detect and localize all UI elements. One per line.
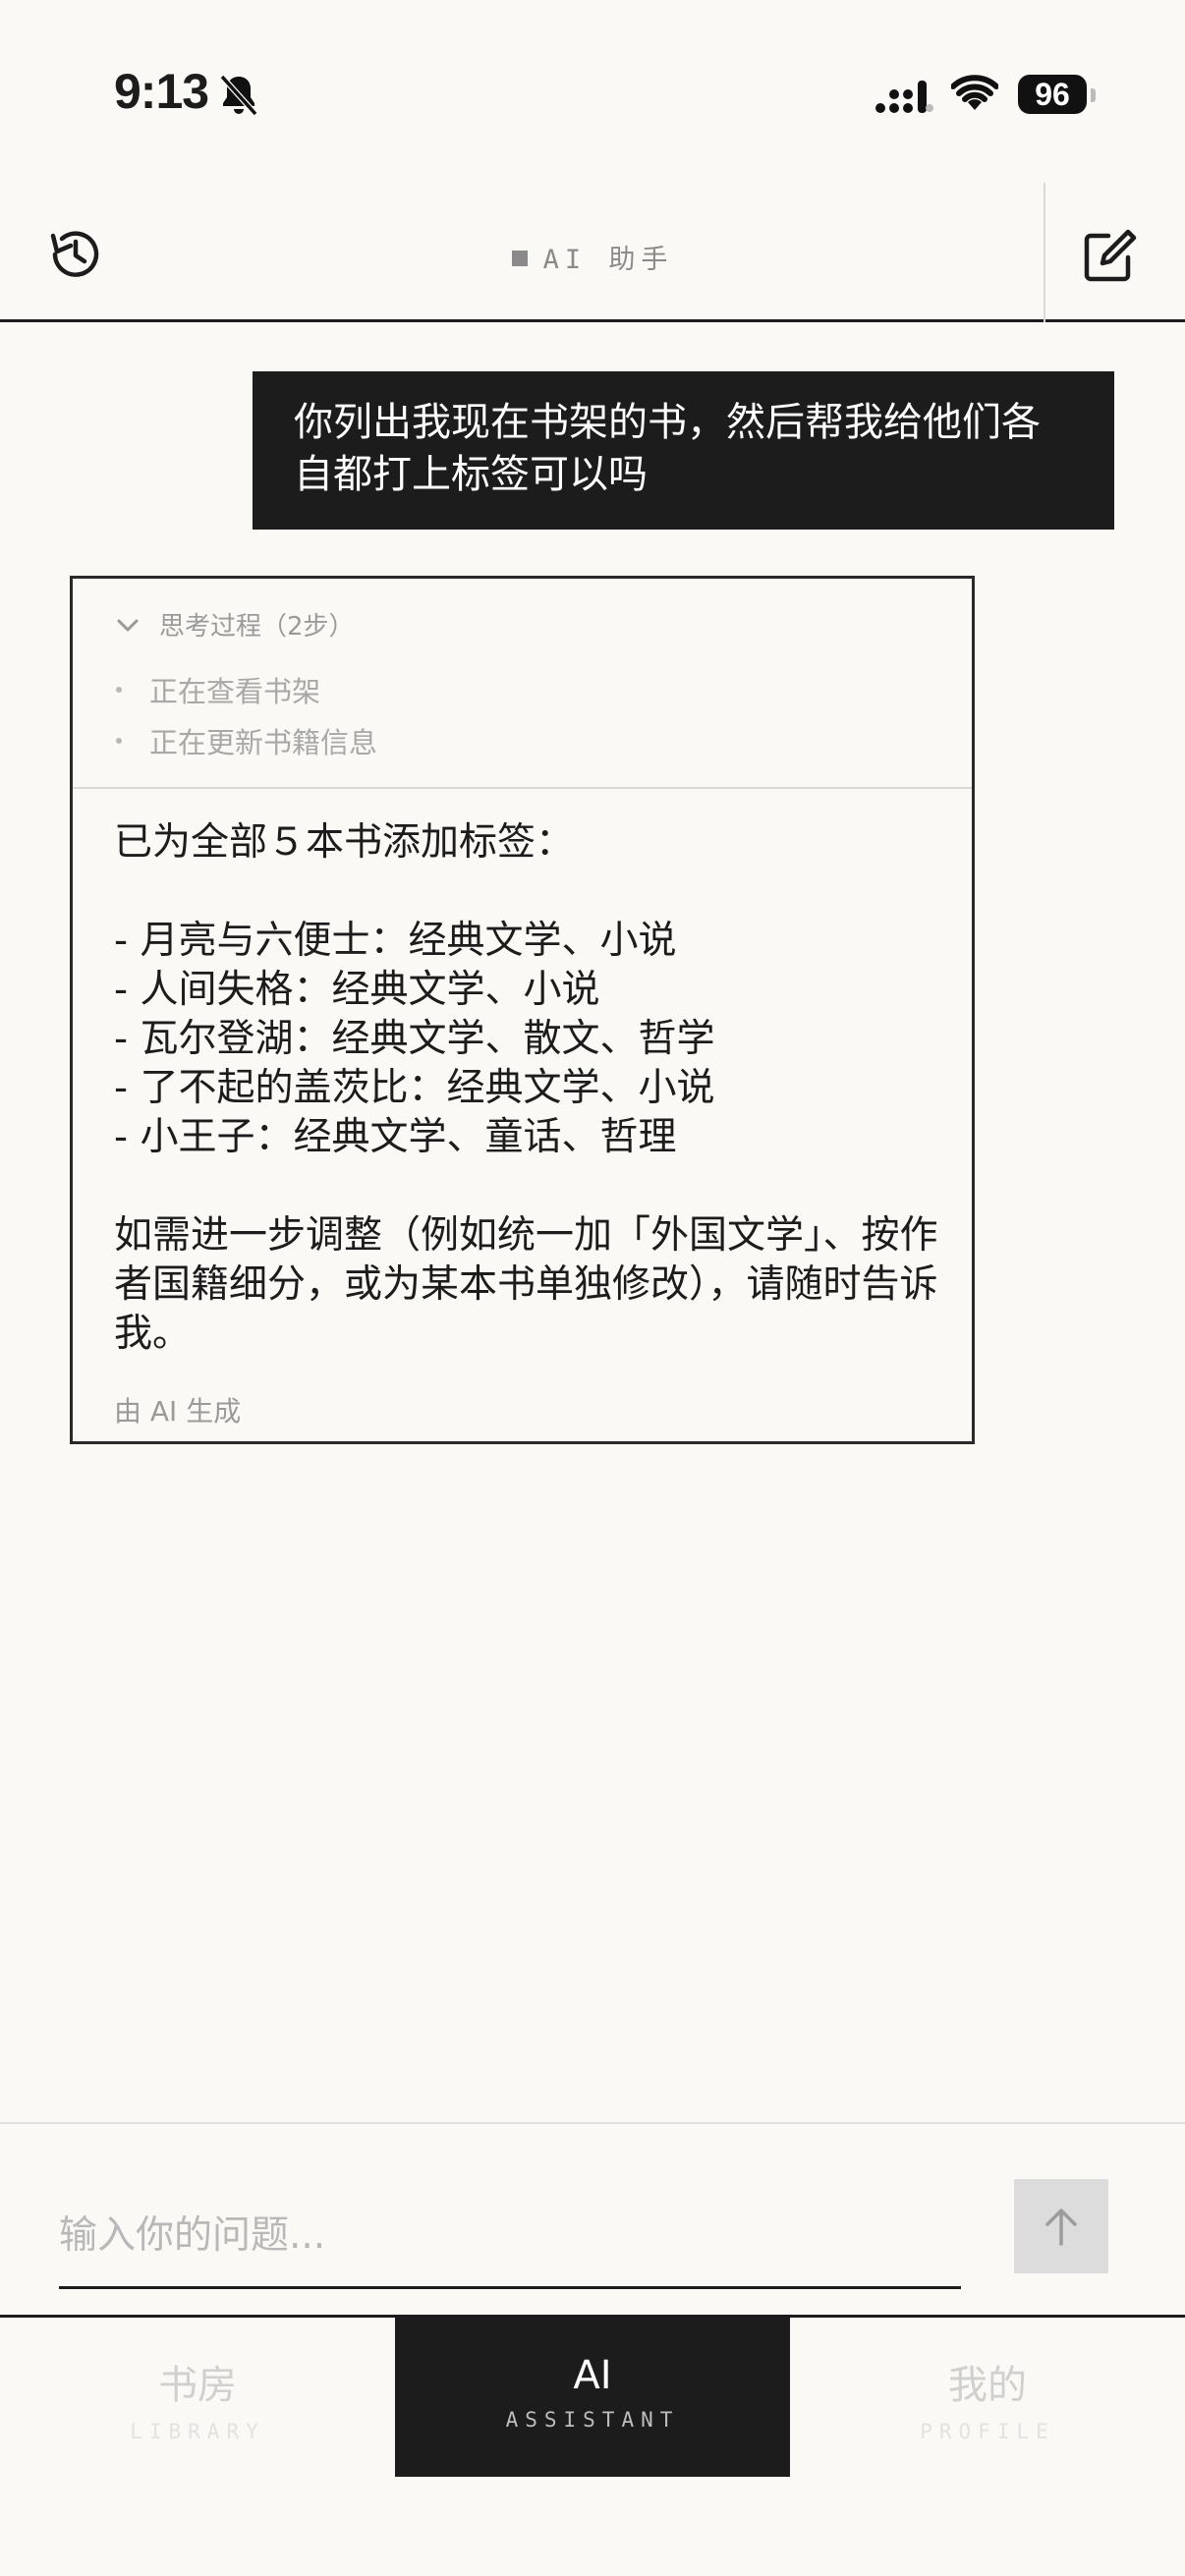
ai-generated-note: 由 AI 生成 <box>114 1395 242 1428</box>
thinking-step-text: 正在更新书籍信息 <box>149 726 378 759</box>
assistant-message-card: 思考过程（2步） 正在查看书架 正在更新书籍信息 已为全部５本书添加标签： - … <box>70 576 975 1444</box>
cellular-signal-icon <box>875 81 933 113</box>
tab-library[interactable]: 书房 LIBRARY <box>0 2318 395 2477</box>
status-time: 9:13 <box>114 64 209 119</box>
battery-tip <box>1091 88 1096 102</box>
app-screen: 9:13 96 AI 助手 你列出我现在书架的书，然后帮我给他们各自都打上标签可… <box>0 0 1185 2576</box>
tab-sublabel: PROFILE <box>920 2420 1055 2443</box>
thinking-step: 正在更新书籍信息 <box>114 720 377 761</box>
assistant-answer: 已为全部５本书添加标签： - 月亮与六便士：经典文学、小说 - 人间失格：经典文… <box>114 820 938 1356</box>
send-button[interactable] <box>1014 2179 1108 2273</box>
compose-icon[interactable] <box>1079 226 1140 287</box>
page-title: AI 助手 <box>0 238 1185 276</box>
wifi-icon <box>951 75 998 110</box>
thinking-toggle[interactable]: 思考过程（2步） <box>114 606 355 643</box>
step-bullet-icon <box>116 738 122 744</box>
battery-indicator: 96 <box>1018 75 1087 114</box>
tab-sublabel: LIBRARY <box>130 2420 265 2443</box>
thinking-process: 思考过程（2步） 正在查看书架 正在更新书籍信息 <box>73 579 972 789</box>
battery-level: 96 <box>1035 76 1070 112</box>
title-square-icon <box>511 251 528 266</box>
question-input[interactable] <box>59 2201 961 2289</box>
tab-assistant[interactable]: AI ASSISTANT <box>395 2318 790 2477</box>
arrow-up-icon <box>1045 2209 1077 2246</box>
bell-muted-icon <box>219 74 258 117</box>
chevron-down-icon <box>117 619 139 631</box>
tab-profile[interactable]: 我的 PROFILE <box>790 2318 1185 2477</box>
input-divider <box>0 2122 1185 2124</box>
bottom-tab-bar: 书房 LIBRARY AI ASSISTANT 我的 PROFILE <box>0 2315 1185 2576</box>
thinking-label: 思考过程（2步） <box>159 612 355 642</box>
thinking-step: 正在查看书架 <box>114 669 320 710</box>
user-message: 你列出我现在书架的书，然后帮我给他们各自都打上标签可以吗 <box>253 371 1114 530</box>
top-header: AI 助手 <box>0 183 1185 322</box>
tab-label: 我的 <box>948 2363 1027 2408</box>
tab-label: AI <box>573 2353 612 2398</box>
tab-label: 书房 <box>158 2363 237 2408</box>
step-bullet-icon <box>116 687 122 693</box>
page-title-text: AI 助手 <box>542 245 674 275</box>
thinking-step-text: 正在查看书架 <box>149 675 321 708</box>
header-divider <box>1044 183 1045 322</box>
tab-sublabel: ASSISTANT <box>505 2408 680 2432</box>
status-bar: 9:13 96 <box>0 0 1185 187</box>
